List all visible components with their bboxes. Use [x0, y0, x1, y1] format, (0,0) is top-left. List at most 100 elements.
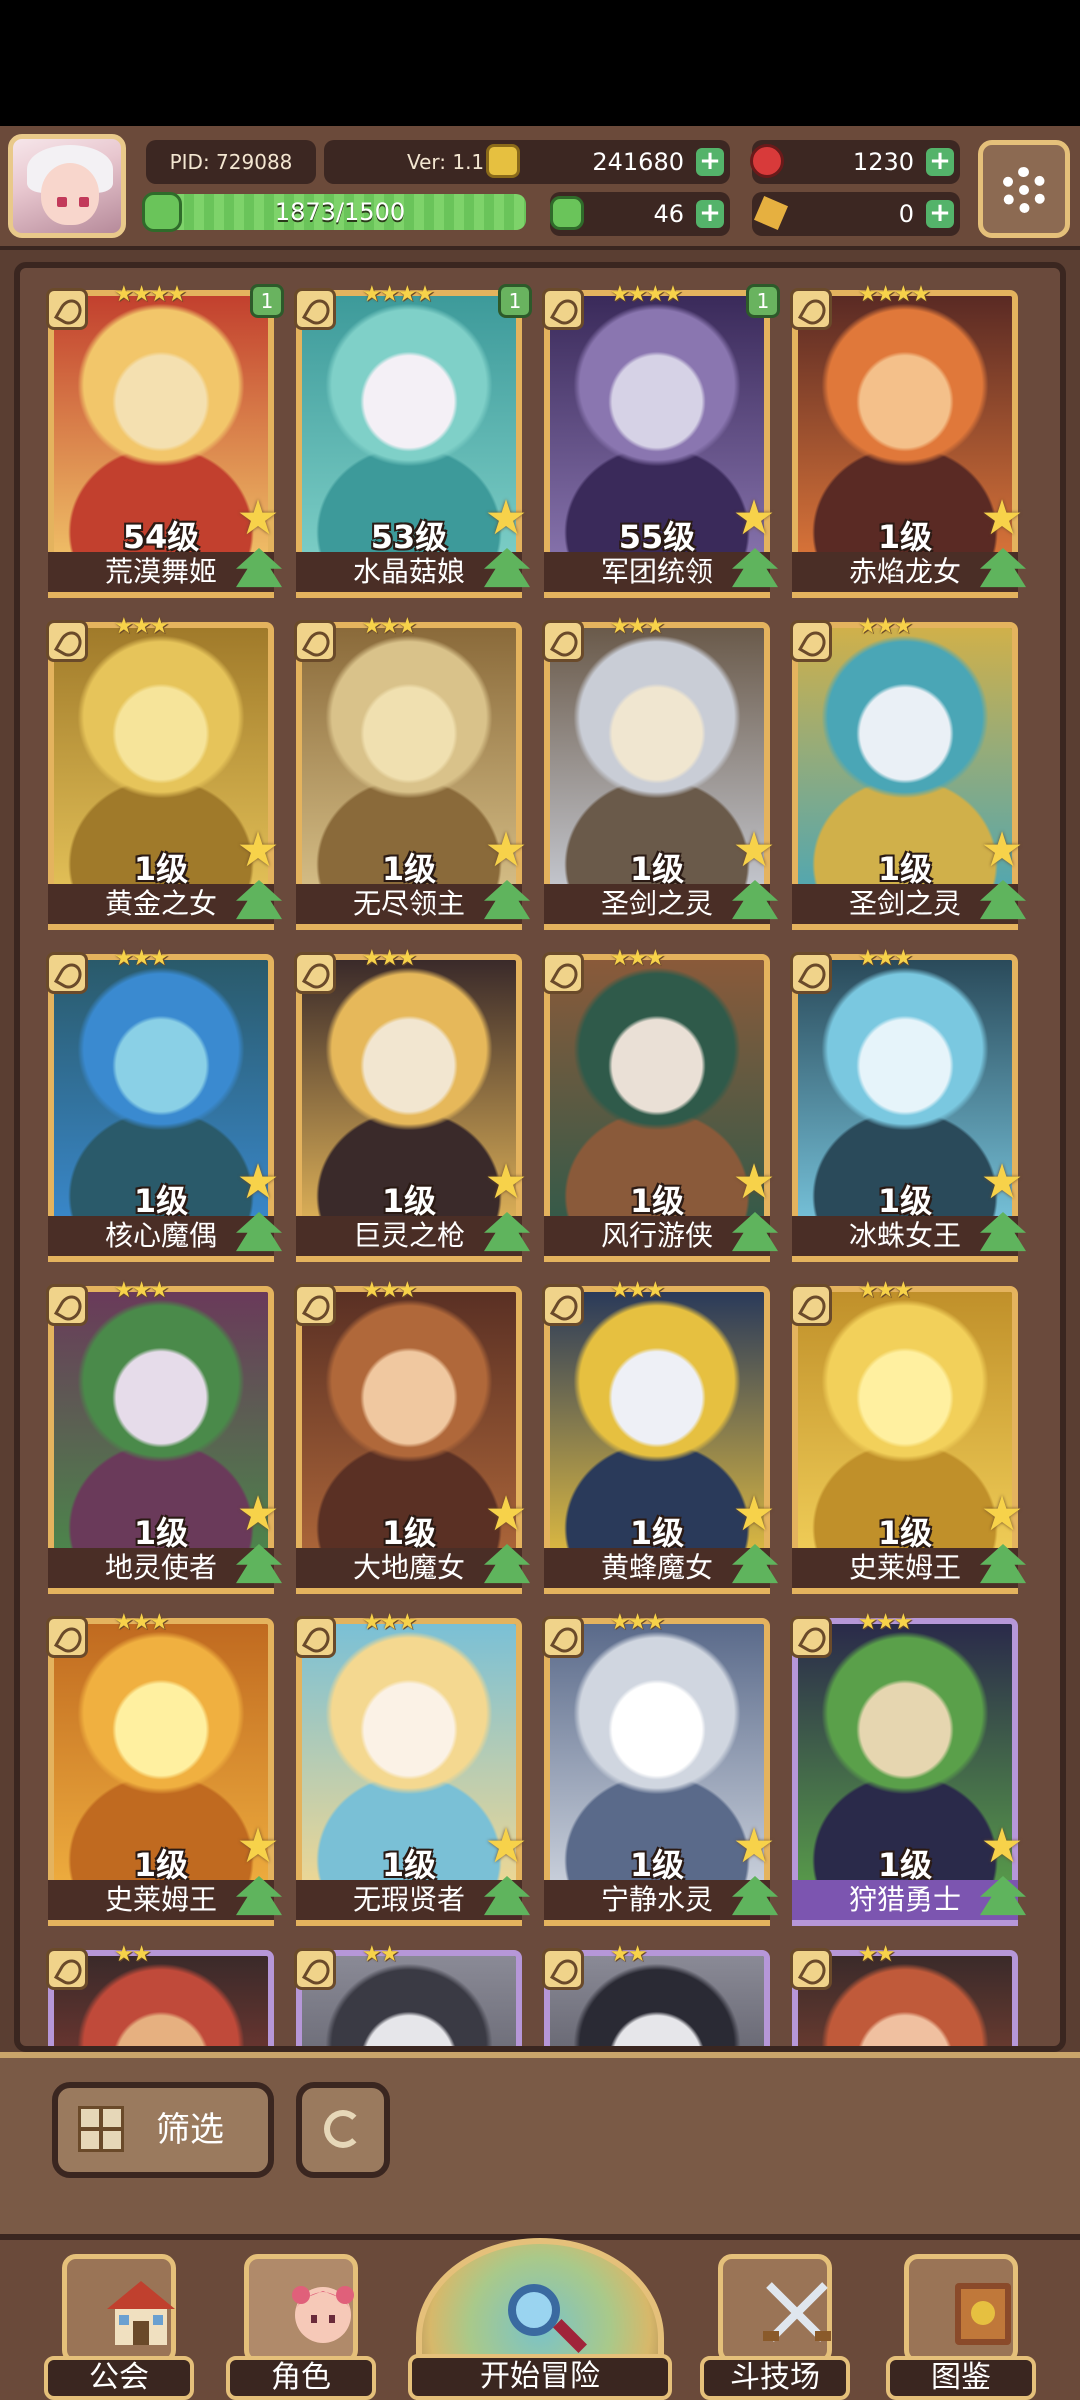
experience-text: 1873/1500 — [274, 198, 406, 226]
add-shard-button[interactable]: + — [926, 200, 954, 228]
star-upgrade-icon[interactable]: ★ — [234, 494, 282, 542]
settings-button[interactable] — [978, 140, 1070, 238]
shard-amount: 0 — [898, 200, 914, 228]
character-card[interactable]: ★★★★ 1 53级 水晶菇娘 ★ — [294, 282, 532, 602]
star-upgrade-icon[interactable]: ★ — [730, 1158, 778, 1206]
star-rating: ★★★★ — [858, 282, 931, 307]
star-rating: ★★★ — [114, 1610, 169, 1635]
shard-icon — [754, 196, 788, 230]
star-rating: ★★★ — [858, 1278, 913, 1303]
name-bar: 水晶菇娘 — [296, 552, 522, 598]
name-bar: 地灵使者 — [48, 1548, 274, 1594]
refresh-icon — [324, 2110, 362, 2148]
character-card[interactable]: ★★★ 1级 核心魔偶 ★ — [46, 946, 282, 1266]
character-card[interactable]: ★★★ 1级 史莱姆王 ★ — [46, 1610, 282, 1930]
character-card[interactable]: ★★★ 1级 风行游侠 ★ — [542, 946, 778, 1266]
shard-counter: 0 + — [752, 192, 960, 236]
nav-adventure[interactable]: 开始冒险 — [408, 2238, 672, 2400]
class-icon — [790, 1616, 832, 1658]
gem-amount: 1230 — [852, 148, 914, 176]
name-bar: 史莱姆王 — [48, 1880, 274, 1926]
class-icon — [542, 1284, 584, 1326]
character-card[interactable]: ★★ — [294, 1942, 526, 2046]
character-card[interactable]: ★★★ 1级 无瑕贤者 ★ — [294, 1610, 530, 1930]
character-card[interactable]: ★★★ 1级 巨灵之枪 ★ — [294, 946, 530, 1266]
name-bar: 宁静水灵 — [544, 1880, 770, 1926]
star-rating: ★★★ — [114, 1278, 169, 1303]
nav-adventure-label: 开始冒险 — [408, 2354, 672, 2400]
star-upgrade-icon[interactable]: ★ — [978, 1822, 1026, 1870]
character-card[interactable]: ★★ — [46, 1942, 278, 2046]
character-card[interactable]: ★★ — [790, 1942, 1022, 2046]
star-upgrade-icon[interactable]: ★ — [978, 1490, 1026, 1538]
nav-codex-label: 图鉴 — [886, 2356, 1036, 2400]
character-card[interactable]: ★★★ 1级 大地魔女 ★ — [294, 1278, 530, 1598]
class-icon — [46, 288, 88, 330]
refresh-button[interactable] — [296, 2082, 390, 2178]
player-avatar[interactable] — [8, 134, 126, 238]
character-card[interactable]: ★★★ 1级 地灵使者 ★ — [46, 1278, 282, 1598]
character-card[interactable]: ★★★ 1级 冰蛛女王 ★ — [790, 946, 1026, 1266]
star-upgrade-icon[interactable]: ★ — [978, 826, 1026, 874]
duplicate-count-badge: 1 — [746, 284, 780, 318]
star-rating: ★★★ — [362, 1610, 417, 1635]
star-upgrade-icon[interactable]: ★ — [730, 826, 778, 874]
grid-icon — [78, 2106, 124, 2152]
character-card[interactable]: ★★★★ 1级 赤焰龙女 ★ — [790, 282, 1026, 602]
star-upgrade-icon[interactable]: ★ — [730, 1822, 778, 1870]
class-icon — [294, 1948, 336, 1990]
character-card[interactable]: ★★★★ 1 54级 荒漠舞姬 ★ — [46, 282, 284, 602]
nav-roles[interactable]: 角色 — [226, 2254, 376, 2400]
class-icon — [542, 1616, 584, 1658]
character-card[interactable]: ★★★ 1级 黄金之女 ★ — [46, 614, 282, 934]
clover-amount: 46 — [653, 200, 684, 228]
star-rating: ★★ — [610, 1942, 647, 1967]
nav-arena[interactable]: 斗技场 — [700, 2254, 850, 2400]
character-card[interactable]: ★★★ 1级 圣剑之灵 ★ — [542, 614, 778, 934]
character-card[interactable]: ★★★ 1级 狩猎勇士 ★ — [790, 1610, 1026, 1930]
star-upgrade-icon[interactable]: ★ — [482, 1822, 530, 1870]
add-gold-button[interactable]: + — [696, 148, 724, 176]
add-clover-button[interactable]: + — [696, 200, 724, 228]
add-gem-button[interactable]: + — [926, 148, 954, 176]
filter-button[interactable]: 筛选 — [52, 2082, 274, 2178]
name-bar: 黄金之女 — [48, 884, 274, 930]
star-upgrade-icon[interactable]: ★ — [730, 494, 778, 542]
star-rating: ★★★ — [362, 614, 417, 639]
magnifier-icon — [508, 2284, 560, 2336]
class-icon — [46, 620, 88, 662]
star-upgrade-icon[interactable]: ★ — [482, 494, 530, 542]
name-bar: 大地魔女 — [296, 1548, 522, 1594]
star-upgrade-icon[interactable]: ★ — [978, 494, 1026, 542]
nav-codex[interactable]: 图鉴 — [886, 2254, 1036, 2400]
name-bar: 巨灵之枪 — [296, 1216, 522, 1262]
class-icon — [294, 1616, 336, 1658]
nav-guild[interactable]: 公会 — [44, 2254, 194, 2400]
star-upgrade-icon[interactable]: ★ — [234, 1158, 282, 1206]
character-card[interactable]: ★★★ 1级 史莱姆王 ★ — [790, 1278, 1026, 1598]
star-upgrade-icon[interactable]: ★ — [234, 826, 282, 874]
star-rating: ★★★ — [610, 946, 665, 971]
star-upgrade-icon[interactable]: ★ — [234, 1490, 282, 1538]
star-upgrade-icon[interactable]: ★ — [482, 826, 530, 874]
star-upgrade-icon[interactable]: ★ — [482, 1158, 530, 1206]
character-card[interactable]: ★★ — [542, 1942, 774, 2046]
name-bar: 风行游侠 — [544, 1216, 770, 1262]
name-bar: 核心魔偶 — [48, 1216, 274, 1262]
class-icon — [46, 1284, 88, 1326]
character-card[interactable]: ★★★ 1级 圣剑之灵 ★ — [790, 614, 1026, 934]
class-icon — [294, 952, 336, 994]
class-icon — [790, 1284, 832, 1326]
class-icon — [790, 952, 832, 994]
character-card[interactable]: ★★★ 1级 宁静水灵 ★ — [542, 1610, 778, 1930]
star-upgrade-icon[interactable]: ★ — [978, 1158, 1026, 1206]
star-upgrade-icon[interactable]: ★ — [730, 1490, 778, 1538]
character-card[interactable]: ★★★★ 1 55级 军团统领 ★ — [542, 282, 780, 602]
class-icon — [46, 1616, 88, 1658]
character-card[interactable]: ★★★ 1级 黄蜂魔女 ★ — [542, 1278, 778, 1598]
star-rating: ★★ — [362, 1942, 399, 1967]
character-card[interactable]: ★★★ 1级 无尽领主 ★ — [294, 614, 530, 934]
star-upgrade-icon[interactable]: ★ — [482, 1490, 530, 1538]
star-upgrade-icon[interactable]: ★ — [234, 1822, 282, 1870]
roles-tile — [244, 2254, 358, 2364]
